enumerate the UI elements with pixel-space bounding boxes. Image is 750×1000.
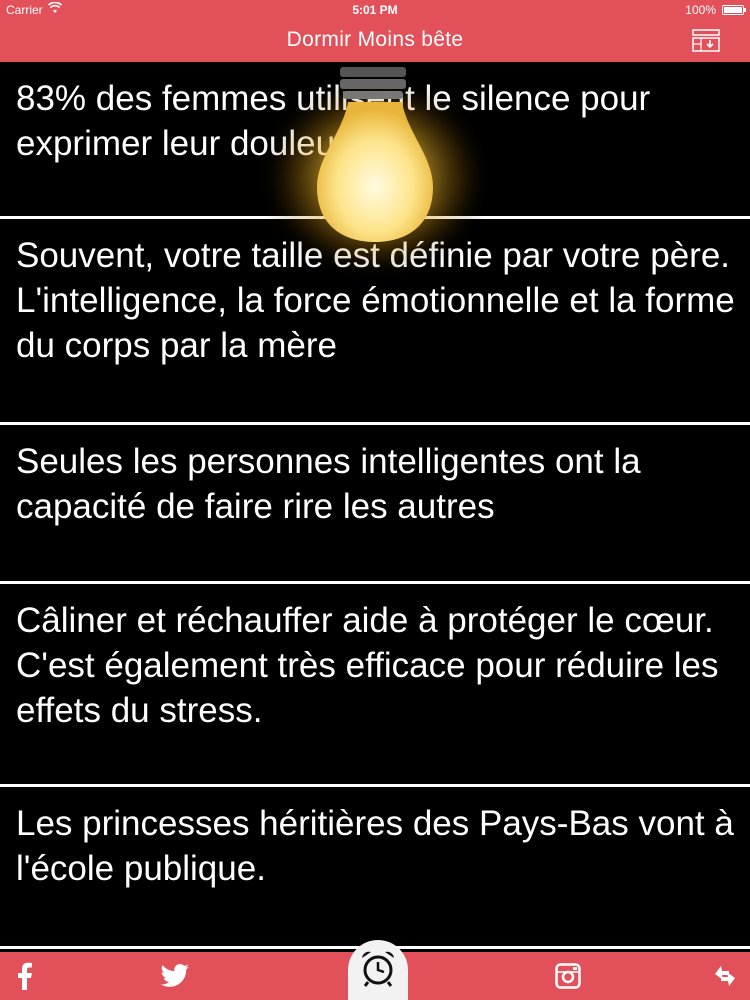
list-item[interactable]: Les princesses héritières des Pays-Bas v… <box>0 787 750 949</box>
status-bar: Carrier 5:01 PM 100% <box>0 0 750 20</box>
fact-text: Câliner et réchauffer aide à protéger le… <box>16 601 719 730</box>
fact-text: Les princesses héritières des Pays-Bas v… <box>16 804 734 888</box>
clock-time: 5:01 PM <box>352 3 398 17</box>
list-download-icon[interactable] <box>692 29 720 53</box>
battery-icon <box>722 5 746 15</box>
battery-percentage: 100% <box>685 3 716 17</box>
alarm-button[interactable] <box>348 940 408 1000</box>
list-item[interactable]: 83% des femmes utilisent le silence pour… <box>0 62 750 219</box>
twitter-icon[interactable] <box>150 952 200 1000</box>
list-item[interactable]: Souvent, votre taille est définie par vo… <box>0 219 750 425</box>
fact-text: Seules les personnes intelligentes ont l… <box>16 442 641 526</box>
fact-text: 83% des femmes utilisent le silence pour… <box>16 79 651 163</box>
list-item[interactable]: Câliner et réchauffer aide à protéger le… <box>0 584 750 787</box>
page-title: Dormir Moins bête <box>286 28 464 51</box>
navigation-bar: Dormir Moins bête <box>0 20 750 62</box>
refresh-icon[interactable] <box>700 952 750 1000</box>
alarm-clock-icon <box>358 948 398 993</box>
instagram-icon[interactable] <box>543 952 593 1000</box>
fact-text: Souvent, votre taille est définie par vo… <box>16 236 735 365</box>
list-item[interactable]: Seules les personnes intelligentes ont l… <box>0 425 750 584</box>
facts-list[interactable]: 83% des femmes utilisent le silence pour… <box>0 62 750 952</box>
facebook-icon[interactable] <box>0 952 50 1000</box>
